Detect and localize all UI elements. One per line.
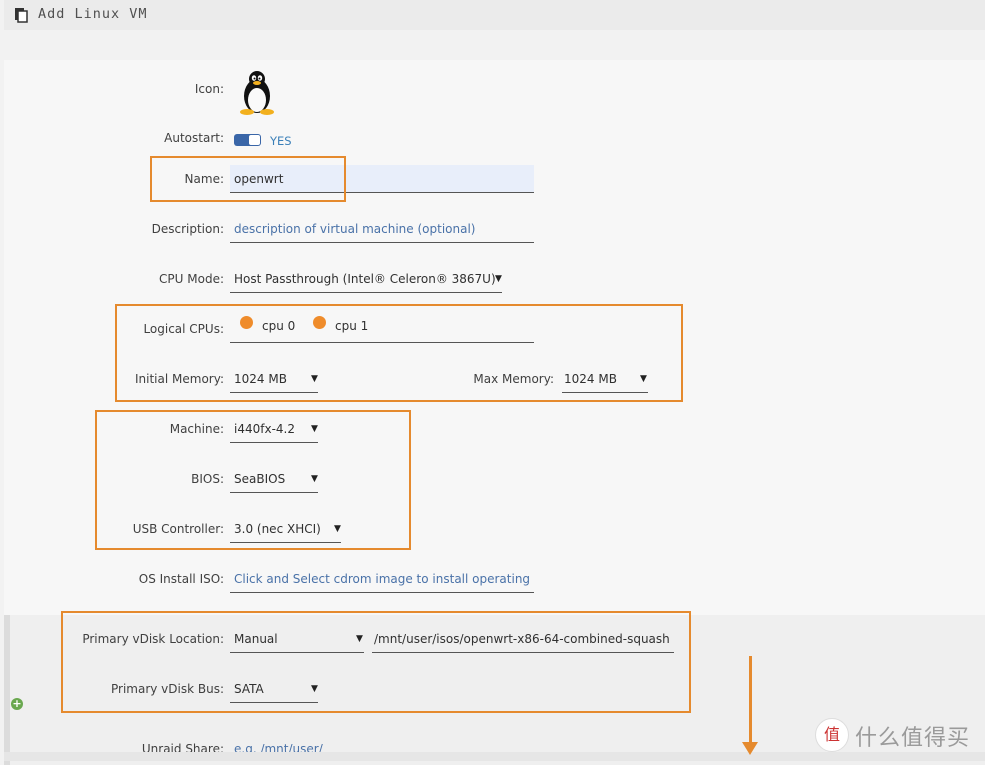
- description-input[interactable]: description of virtual machine (optional…: [234, 222, 475, 236]
- window-header: Add Linux VM: [4, 0, 985, 30]
- vdisk-highlight-box: [61, 611, 691, 713]
- footer-strip: [4, 752, 985, 761]
- cpu-mode-select[interactable]: Host Passthrough (Intel® Celeron® 3867U): [234, 272, 496, 286]
- cpu-mode-label: CPU Mode:: [159, 272, 224, 286]
- autostart-value: YES: [270, 134, 292, 148]
- machine-bios-usb-highlight-box: [95, 410, 411, 550]
- cpu-mode-chevron-down-icon[interactable]: ▼: [495, 274, 502, 284]
- linux-penguin-icon[interactable]: [238, 70, 276, 116]
- watermark-text: 什么值得买: [855, 726, 971, 751]
- autostart-toggle[interactable]: [234, 134, 261, 146]
- description-underline: [230, 242, 534, 243]
- cpu-mode-underline: [230, 292, 502, 293]
- add-vdisk-plus-icon[interactable]: +: [11, 698, 23, 710]
- annotation-arrow-shaft: [749, 656, 752, 746]
- os-install-iso-input[interactable]: Click and Select cdrom image to install …: [234, 572, 534, 586]
- icon-label: Icon:: [194, 82, 224, 96]
- autostart-label: Autostart:: [164, 131, 224, 145]
- name-highlight-box: [150, 156, 346, 202]
- toggle-knob: [249, 135, 260, 145]
- description-label: Description:: [151, 222, 224, 236]
- os-install-iso-underline: [230, 592, 534, 593]
- watermark-logo: 值: [815, 718, 849, 752]
- clipboard-icon: [15, 8, 28, 23]
- os-install-iso-label: OS Install ISO:: [138, 572, 224, 586]
- cpu-memory-highlight-box: [115, 304, 683, 402]
- annotation-arrow-head: [742, 742, 758, 755]
- page-title: Add Linux VM: [38, 6, 148, 22]
